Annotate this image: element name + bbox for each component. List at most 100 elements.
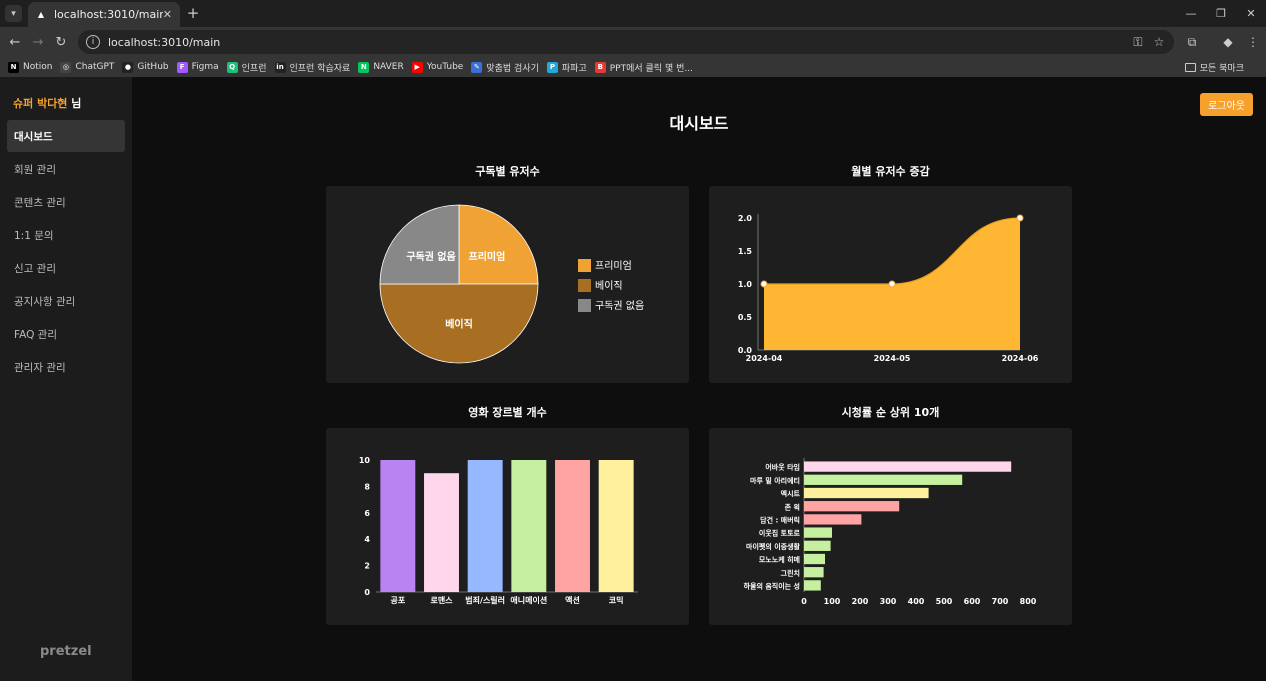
browser-toolbar: ← → ↻ i localhost:3010/main ⚿ ☆ ⧉ ◆ ⋮	[0, 27, 1266, 57]
password-key-icon[interactable]: ⚿	[1129, 33, 1147, 51]
bar	[467, 460, 503, 592]
y-tick-label: 10	[359, 456, 371, 465]
restore-icon[interactable]: ❐	[1206, 4, 1236, 22]
bar	[804, 540, 831, 551]
sidebar-item-members[interactable]: 회원 관리	[7, 153, 125, 185]
all-bookmarks-label: 모든 북마크	[1199, 64, 1244, 74]
bar	[804, 461, 1012, 472]
bookmark-icon: ▶	[411, 61, 423, 73]
y-tick-label: 그린치	[781, 568, 800, 577]
x-tick-label: 400	[908, 597, 925, 606]
pie-slice-label: 프리미엄	[469, 250, 506, 263]
y-tick-label: 모노노케 히메	[759, 555, 800, 564]
sidebar-item-faq[interactable]: FAQ 관리	[7, 318, 125, 350]
new-tab-icon[interactable]: +	[184, 4, 202, 22]
y-tick-label: 6	[364, 509, 370, 518]
pie-slice	[379, 204, 460, 285]
bookmark-icon: in	[274, 61, 286, 73]
back-icon[interactable]: ←	[6, 33, 24, 51]
x-tick-label: 2024-04	[746, 354, 783, 363]
page-title: 대시보드	[669, 114, 729, 133]
bookmark-item[interactable]: in 인프런 학습자료	[274, 61, 351, 74]
bookmark-label: Notion	[23, 62, 53, 72]
address-bar[interactable]: i localhost:3010/main	[78, 30, 1174, 54]
bookmark-label: 인프런	[241, 63, 267, 74]
close-window-icon[interactable]: ✕	[1236, 4, 1266, 22]
sidebar-item-contents[interactable]: 콘텐츠 관리	[7, 186, 125, 218]
bar	[555, 460, 590, 592]
tab-search-icon[interactable]: ▾	[5, 5, 22, 22]
extensions-icon[interactable]: ⧉	[1183, 33, 1201, 51]
site-info-icon[interactable]: i	[86, 35, 100, 49]
bookmark-item[interactable]: B PPT에서 클릭 몇 번...	[594, 61, 693, 74]
bookmark-icon: N	[8, 61, 19, 73]
bar	[804, 487, 929, 499]
bar	[804, 580, 821, 591]
sidebar-item-dashboard[interactable]: 대시보드	[7, 120, 125, 152]
card-subscription-pie: 프리미엄 베이직 구독권 없음 프리미엄 베이직 구독권 없음	[326, 186, 689, 383]
all-bookmarks[interactable]: 모든 북마크	[1184, 61, 1244, 74]
bar	[804, 553, 825, 565]
bookmark-item[interactable]: ✎ 맞춤법 검사기	[471, 61, 539, 74]
minimize-icon[interactable]: —	[1176, 4, 1206, 22]
bookmark-label: Figma	[191, 62, 219, 72]
main-content: 로그아웃 대시보드 구독별 유저수 프리미엄 베이직 구독권 없음 프리미엄 베이직 구독…	[132, 77, 1266, 681]
sidebar-item-reports[interactable]: 신고 관리	[7, 252, 125, 284]
forward-icon[interactable]: →	[29, 33, 47, 51]
sidebar-item-inquiry[interactable]: 1:1 문의	[7, 219, 125, 251]
bar	[804, 514, 862, 525]
bookmark-label: YouTube	[426, 62, 464, 72]
url-text: localhost:3010/main	[108, 35, 221, 49]
bookmark-icon: ●	[122, 61, 134, 73]
bookmark-icon: P	[546, 61, 558, 73]
x-tick-label: 0	[801, 597, 807, 606]
bookmark-item[interactable]: N NAVER	[358, 61, 404, 73]
bookmark-item[interactable]: P 파파고	[546, 61, 587, 74]
bookmark-item[interactable]: ▶ YouTube	[411, 61, 464, 73]
y-tick-label: 0	[364, 588, 370, 597]
y-tick-label: 0.5	[738, 313, 753, 322]
bookmark-label: NAVER	[373, 62, 404, 72]
y-tick-label: 2.0	[738, 214, 753, 223]
y-tick-label: 존 윅	[785, 502, 800, 511]
more-menu-icon[interactable]: ⋮	[1244, 33, 1262, 51]
card-top10-hbar: 어바웃 타임 마루 밑 아리에티 엑시트 존 윅 담건 : 매버릭 이웃집 토토로 마이펫의…	[709, 428, 1072, 625]
sidebar-item-admins[interactable]: 관리자 관리	[7, 351, 125, 383]
folder-icon	[1184, 63, 1196, 72]
chart-title-subscription: 구독별 유저수	[475, 165, 540, 178]
reload-icon[interactable]: ↻	[52, 33, 70, 51]
y-tick-label: 2	[364, 562, 370, 571]
y-tick-label: 이웃집 토토로	[759, 529, 801, 538]
legend-label: 프리미엄	[595, 260, 632, 272]
legend-label: 구독권 없음	[595, 299, 644, 312]
bookmark-item[interactable]: ◎ ChatGPT	[60, 61, 115, 73]
bookmark-label: ChatGPT	[75, 62, 115, 72]
bookmark-item[interactable]: N Notion	[8, 61, 53, 73]
tab-title: localhost:3010/main	[54, 8, 163, 21]
bookmark-label: 인프런 학습자료	[289, 63, 351, 74]
x-tick-label: 100	[824, 597, 841, 606]
x-tick-label: 로맨스	[430, 595, 453, 605]
x-tick-label: 액션	[565, 595, 580, 605]
close-tab-icon[interactable]: ✕	[163, 8, 172, 21]
bookmark-item[interactable]: Q 인프런	[226, 61, 267, 74]
browser-tab[interactable]: ▲ localhost:3010/main ✕	[28, 2, 180, 27]
user-name: 슈퍼 박다현	[13, 97, 68, 110]
x-tick-label: 공포	[390, 596, 405, 605]
pie-slice-label: 구독권 없음	[406, 250, 455, 263]
chart-title-genre: 영화 장르별 개수	[468, 406, 547, 419]
profile-icon[interactable]: ◆	[1219, 33, 1237, 51]
chart-title-top10: 시청률 순 상위 10개	[841, 406, 940, 419]
bookmark-star-icon[interactable]: ☆	[1150, 33, 1168, 51]
user-suffix: 님	[67, 97, 82, 110]
bookmark-icon: Q	[226, 61, 238, 73]
bookmark-icon: F	[176, 61, 188, 73]
bookmark-label: PPT에서 클릭 몇 번...	[609, 63, 693, 74]
sidebar-item-notices[interactable]: 공지사항 관리	[7, 285, 125, 317]
bookmark-item[interactable]: F Figma	[176, 61, 219, 73]
bar	[598, 460, 634, 592]
bookmarks-bar: N Notion ◎ ChatGPT ● GitHub F Figma Q 인프런 in 인프런 학습…	[0, 57, 1266, 77]
chart-title-monthly: 월별 유저수 증감	[851, 165, 930, 178]
bookmark-item[interactable]: ● GitHub	[122, 61, 169, 73]
bar	[804, 501, 900, 512]
